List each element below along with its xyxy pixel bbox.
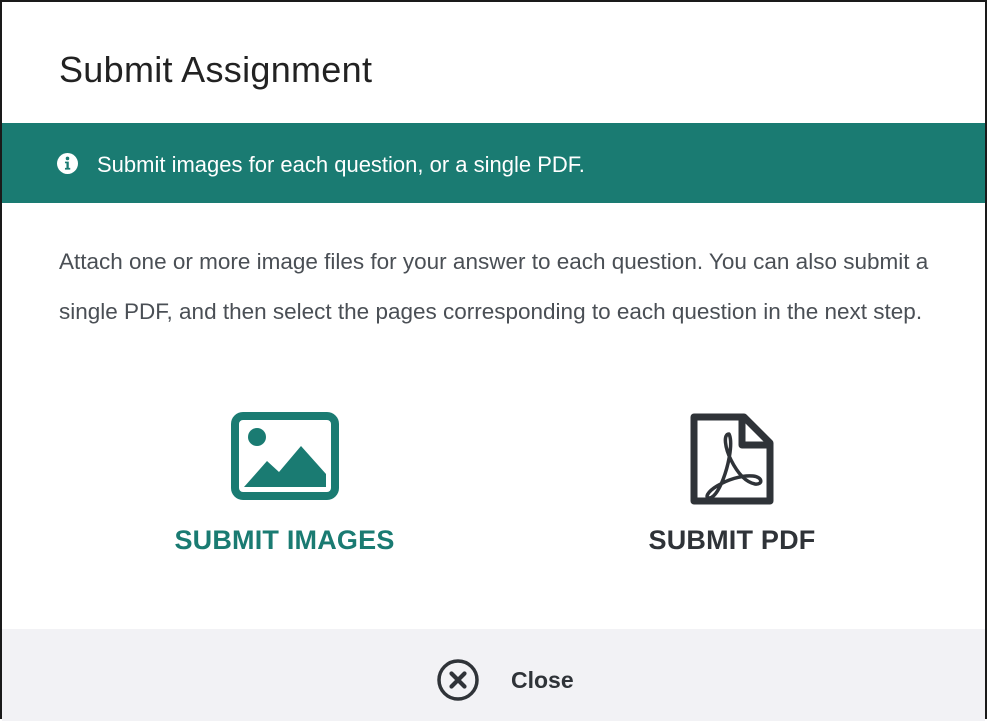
submit-assignment-dialog: Submit Assignment Submit images for each…: [0, 0, 987, 721]
instructions-text: Attach one or more image files for your …: [59, 249, 929, 324]
banner-text: Submit images for each question, or a si…: [97, 152, 585, 177]
info-icon: [57, 153, 78, 174]
image-icon: [230, 412, 339, 500]
submit-images-button[interactable]: SUBMIT IMAGES: [162, 412, 407, 562]
close-circle-icon: [437, 659, 479, 701]
dialog-footer: Close: [2, 629, 985, 721]
submit-pdf-button[interactable]: SUBMIT PDF: [632, 412, 832, 562]
dialog-title: Submit Assignment: [59, 49, 373, 90]
submit-images-label: SUBMIT IMAGES: [174, 525, 395, 555]
close-button[interactable]: Close: [436, 658, 574, 702]
submit-pdf-label: SUBMIT PDF: [648, 525, 816, 555]
info-banner: Submit images for each question, or a si…: [2, 123, 985, 203]
close-label: Close: [511, 666, 574, 693]
pdf-file-icon: [690, 413, 774, 505]
